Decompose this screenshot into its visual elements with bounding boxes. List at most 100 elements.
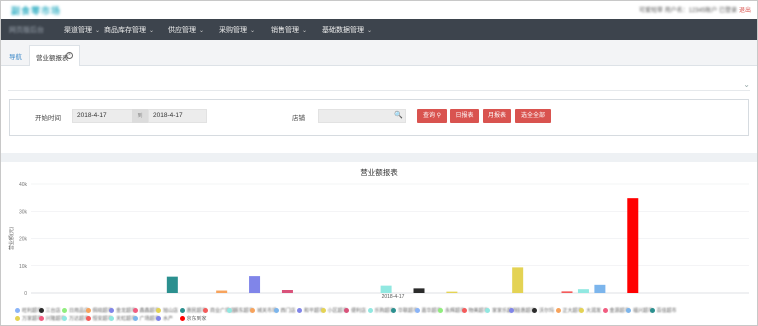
legend-swatch xyxy=(626,308,631,313)
chevron-down-icon: ⌄ xyxy=(199,28,205,34)
legend-swatch xyxy=(414,308,420,313)
legend-label: 沃尔玛 xyxy=(539,308,555,314)
store-label: 店铺 xyxy=(292,115,305,122)
close-icon[interactable]: × xyxy=(66,52,73,59)
nav-label: 供应管理 xyxy=(168,27,196,34)
chevron-down-icon: ⌄ xyxy=(149,28,155,34)
tab-label: 营业额报表 xyxy=(36,55,69,62)
legend-swatch xyxy=(38,308,44,313)
legend-label: 大润发 xyxy=(586,308,602,314)
chevron-down-icon: ⌄ xyxy=(302,28,308,34)
chevron-down-icon: ⌄ xyxy=(250,28,256,34)
legend-item[interactable]: 京东到家 xyxy=(179,315,207,322)
main-navbar: 网页版后台 渠道管理 ⌄ 商品库存管理 ⌄ 供应管理 ⌄ 采购管理 ⌄ 销售管理 ⌄ 基础… xyxy=(1,19,757,40)
nav-supply-management[interactable]: 供应管理 ⌄ xyxy=(168,25,204,35)
legend-swatch xyxy=(602,308,608,313)
bar xyxy=(380,285,392,293)
x-tick-label: 2018-4-17 xyxy=(382,294,405,300)
legend-item[interactable]: 水产 xyxy=(156,315,173,322)
bar xyxy=(166,276,178,293)
legend-swatch xyxy=(156,316,161,321)
nav-purchase-management[interactable]: 采购管理 ⌄ xyxy=(219,25,255,35)
legend-swatch xyxy=(649,308,655,313)
legend-swatch xyxy=(38,316,44,321)
tab-strip: 导航 营业额报表 × xyxy=(1,40,757,66)
legend-swatch xyxy=(485,308,490,313)
bar xyxy=(594,284,606,293)
tab-nav-home[interactable]: 导航 xyxy=(9,51,22,61)
nav-sales-management[interactable]: 销售管理 ⌄ xyxy=(271,25,307,35)
user-name: 可爱短草 用户名：12345账户 已登录 xyxy=(638,8,737,14)
legend-item[interactable]: 沃尔玛 xyxy=(532,307,554,314)
legend-swatch xyxy=(109,308,114,313)
nav-label: 采购管理 xyxy=(219,27,247,34)
logout-link[interactable]: 退出 xyxy=(739,8,751,14)
tab-revenue-report[interactable]: 营业额报表 × xyxy=(29,45,80,66)
legend-item[interactable]: 便利店 xyxy=(344,307,366,314)
bar xyxy=(281,290,293,293)
end-date-input[interactable]: 2018-4-17 xyxy=(148,109,207,123)
app-logo[interactable]: 副食零市场 xyxy=(11,4,61,17)
legend-swatch xyxy=(273,308,279,313)
legend-label: 水产 xyxy=(163,316,174,322)
nav-label: 销售管理 xyxy=(271,27,299,34)
legend-swatch xyxy=(297,308,302,313)
legend-item[interactable]: 西门店 xyxy=(273,307,296,314)
bar xyxy=(413,288,425,293)
legend-item[interactable]: 百佳超市 xyxy=(649,307,677,314)
legend-item[interactable]: 三台店 xyxy=(38,307,61,314)
start-date-input[interactable]: 2018-4-17 xyxy=(72,109,136,123)
y-tick-label: 30k xyxy=(19,209,28,215)
legend-swatch xyxy=(226,308,232,313)
legend-swatch xyxy=(179,308,185,313)
nav-basic-data-management[interactable]: 基础数据管理 ⌄ xyxy=(322,25,372,35)
divider xyxy=(8,90,750,91)
filter-panel: 开始时间 2018-4-17 到 2018-4-17 店铺 🔍 查询 ⚲ 日报表… xyxy=(9,99,749,136)
legend-swatch xyxy=(109,316,114,321)
legend-label: 旭山店 xyxy=(163,308,179,314)
y-axis-label: 营业额(元) xyxy=(8,227,15,251)
search-icon[interactable]: 🔍 xyxy=(394,111,403,119)
y-tick-label: 10k xyxy=(19,264,28,270)
bar xyxy=(512,267,524,293)
search-icon: ⚲ xyxy=(436,113,442,119)
legend-swatch xyxy=(320,308,326,313)
nav-label: 渠道管理 xyxy=(64,27,92,34)
select-all-button[interactable]: 选全全部 xyxy=(515,109,551,123)
legend-swatch xyxy=(132,316,138,321)
bar xyxy=(627,198,639,293)
bar xyxy=(577,289,589,293)
legend-swatch xyxy=(132,308,138,313)
y-tick-label: 0 xyxy=(24,291,27,297)
nav-inventory-management[interactable]: 商品库存管理 ⌄ xyxy=(104,25,154,35)
store-select[interactable] xyxy=(318,109,406,123)
nav-label: 商品库存管理 xyxy=(104,27,146,34)
legend-swatch xyxy=(579,308,584,313)
legend-swatch xyxy=(532,308,537,313)
monthly-report-button[interactable]: 月报表 xyxy=(483,109,511,123)
y-tick-label: 20k xyxy=(19,237,28,243)
top-bar: 副食零市场 可爱短草 用户名：12345账户 已登录 退出 xyxy=(1,1,757,19)
legend-swatch xyxy=(62,316,67,321)
nav-channel-management[interactable]: 渠道管理 ⌄ xyxy=(64,25,100,35)
query-label: 查询 xyxy=(422,113,435,119)
legend-swatch xyxy=(85,316,91,321)
legend-item[interactable]: 大润发 xyxy=(579,307,601,314)
start-time-label: 开始时间 xyxy=(35,115,61,122)
chevron-down-icon: ⌄ xyxy=(95,28,101,34)
chevron-down-icon: ⌄ xyxy=(367,28,373,34)
daily-report-button[interactable]: 日报表 xyxy=(450,109,479,123)
query-button[interactable]: 查询 ⚲ xyxy=(417,109,447,123)
legend-swatch xyxy=(461,308,467,313)
bar xyxy=(446,291,458,293)
nav-brand: 网页版后台 xyxy=(9,27,44,34)
revenue-bar-chart: 0 10k 20k 30k 40k 营业额(元) 2018-4-17 xyxy=(8,182,749,300)
legend-swatch xyxy=(15,316,20,321)
legend-swatch xyxy=(156,308,161,313)
bar xyxy=(561,291,573,293)
legend-label: 西门店 xyxy=(280,308,296,314)
chevron-down-icon[interactable]: ⌄ xyxy=(743,80,750,89)
legend-swatch xyxy=(62,308,67,313)
legend-item[interactable]: 旭山店 xyxy=(156,307,178,314)
legend-swatch xyxy=(85,308,91,313)
